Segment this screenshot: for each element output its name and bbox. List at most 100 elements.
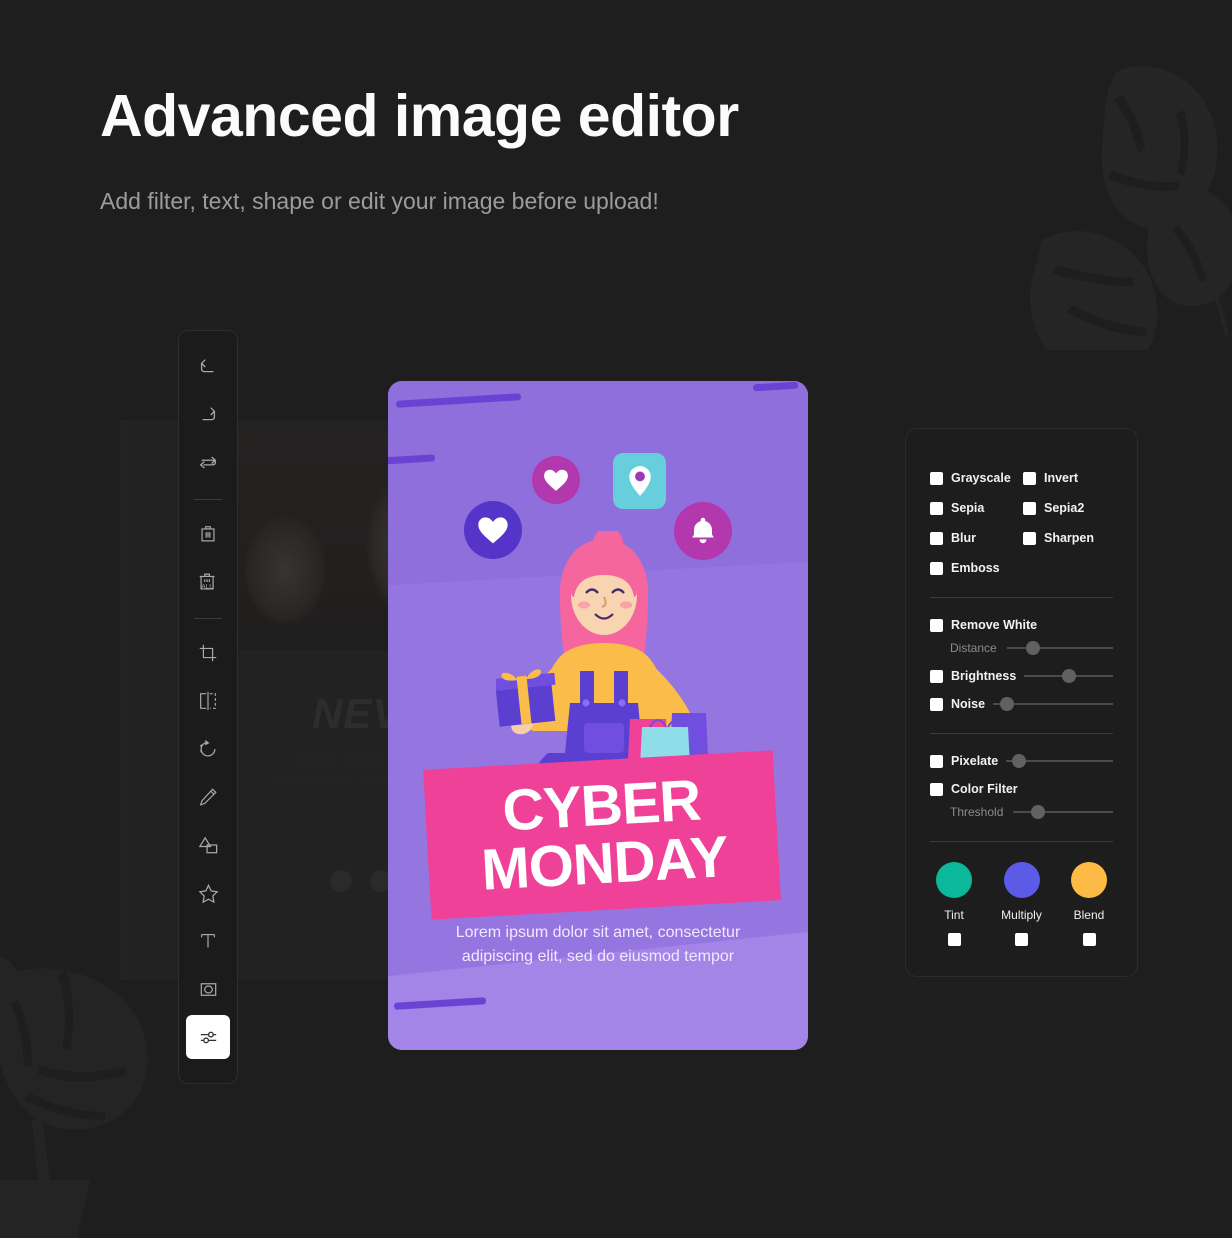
- label-remove-white: Remove White: [951, 618, 1038, 632]
- checkbox-grayscale[interactable]: [930, 471, 943, 485]
- color-dot-tint[interactable]: [936, 862, 972, 898]
- swatch-multiply: Multiply: [1001, 862, 1042, 946]
- label-sepia: Sepia: [951, 501, 985, 515]
- canvas-body-text: Lorem ipsum dolor sit amet, consectetur …: [455, 924, 741, 966]
- checkbox-sharpen[interactable]: [1023, 531, 1036, 545]
- slider-thumb-noise[interactable]: [1000, 697, 1015, 711]
- color-dot-blend[interactable]: [1071, 862, 1107, 898]
- filter-grayscale[interactable]: Grayscale: [930, 471, 1023, 485]
- toolbar-item-delete[interactable]: [186, 512, 230, 556]
- checkbox-color-filter[interactable]: [930, 782, 943, 796]
- slider-distance[interactable]: Distance: [950, 641, 1113, 655]
- label-blend: Blend: [1073, 908, 1105, 922]
- toolbar-divider-2: [194, 618, 222, 619]
- slider-thumb-threshold[interactable]: [1031, 805, 1046, 819]
- slider-track-brightness[interactable]: [1024, 669, 1113, 683]
- filter-sharpen[interactable]: Sharpen: [1023, 531, 1113, 545]
- label-tint: Tint: [944, 908, 964, 922]
- checkbox-multiply[interactable]: [1015, 933, 1028, 946]
- heart-bubble-pink: [532, 456, 580, 504]
- swatch-blend: Blend: [1071, 862, 1107, 946]
- toolbar-item-shape[interactable]: [186, 823, 230, 867]
- shape-icon: [198, 836, 217, 853]
- reset-icon: [199, 456, 217, 469]
- twitter-icon: [330, 870, 352, 892]
- toolbar-item-draw[interactable]: [186, 775, 230, 819]
- slider-thumb-pixelate[interactable]: [1012, 754, 1027, 768]
- toolbar-item-rotate[interactable]: [186, 727, 230, 771]
- headline-text: CYBER MONDAY: [430, 768, 776, 903]
- slider-track-distance[interactable]: [1006, 641, 1113, 655]
- slider-track-pixelate[interactable]: [1006, 754, 1113, 768]
- filter-brightness[interactable]: Brightness: [930, 669, 1113, 683]
- filter-remove-white[interactable]: Remove White: [930, 618, 1113, 632]
- toolbar-item-filter[interactable]: [186, 1015, 230, 1059]
- filter-blur[interactable]: Blur: [930, 531, 1023, 545]
- page-subtitle: Add filter, text, shape or edit your ima…: [100, 187, 659, 214]
- filter-noise[interactable]: Noise: [930, 697, 1113, 711]
- label-invert: Invert: [1044, 471, 1079, 485]
- label-noise: Noise: [951, 697, 986, 711]
- checkbox-blur[interactable]: [930, 531, 943, 545]
- label-color-filter: Color Filter: [951, 782, 1018, 796]
- page-title: Advanced image editor: [100, 83, 739, 149]
- heart-icon: [544, 469, 568, 491]
- slider-thumb-brightness[interactable]: [1061, 669, 1076, 683]
- toolbar-item-text[interactable]: [186, 919, 230, 963]
- trash-all-icon: ALL: [199, 573, 215, 590]
- undo-icon: [200, 359, 214, 373]
- crop-icon: [199, 644, 217, 662]
- checkbox-sepia2[interactable]: [1023, 501, 1036, 515]
- checkbox-brightness[interactable]: [930, 669, 943, 683]
- map-pin-icon: [628, 466, 651, 496]
- label-brightness: Brightness: [951, 669, 1017, 683]
- potted-plant-icon: [0, 956, 148, 1238]
- app-root: Advanced image editor Add filter, text, …: [0, 0, 1232, 1238]
- filter-emboss[interactable]: Emboss: [930, 561, 1023, 575]
- filter-sepia[interactable]: Sepia: [930, 501, 1023, 515]
- panel-divider-3: [930, 841, 1113, 842]
- filter-sepia2[interactable]: Sepia2: [1023, 501, 1113, 515]
- label-pixelate: Pixelate: [951, 754, 999, 768]
- toolbar-divider-1: [194, 499, 222, 500]
- page-header: Advanced image editor Add filter, text, …: [100, 83, 820, 223]
- checkbox-sepia[interactable]: [930, 501, 943, 515]
- filter-color-filter[interactable]: Color Filter: [930, 782, 1113, 796]
- toolbar-item-reset[interactable]: [186, 441, 230, 485]
- trash-icon: [201, 526, 215, 542]
- checkbox-remove-white[interactable]: [930, 618, 943, 632]
- color-dot-multiply[interactable]: [1003, 862, 1040, 898]
- mask-icon: [200, 982, 216, 996]
- label-distance: Distance: [950, 641, 997, 655]
- toolbar-item-flip[interactable]: [186, 679, 230, 723]
- toolbar-item-undo[interactable]: [186, 345, 230, 389]
- filter-pixelate[interactable]: Pixelate: [930, 754, 1113, 768]
- checkbox-invert[interactable]: [1023, 471, 1036, 485]
- filter-invert[interactable]: Invert: [1023, 471, 1113, 485]
- toolbar-item-delete-all[interactable]: ALL: [186, 560, 230, 604]
- toolbar-item-mask[interactable]: [186, 967, 230, 1011]
- checkbox-tint[interactable]: [947, 933, 961, 946]
- slider-thumb-distance[interactable]: [1026, 641, 1041, 655]
- slider-track-threshold[interactable]: [1013, 805, 1113, 819]
- toolbar-item-redo[interactable]: [186, 393, 230, 437]
- pencil-icon: [199, 788, 217, 806]
- slider-threshold[interactable]: Threshold: [950, 805, 1113, 819]
- checkbox-blend[interactable]: [1082, 933, 1096, 946]
- monstera-leaf-top-right-icon: [1030, 66, 1232, 350]
- checkbox-pixelate[interactable]: [930, 754, 943, 768]
- filter-checkbox-grid: Grayscale Invert Sepia Sepia2 Blur Sharp…: [930, 471, 1113, 575]
- rotate-icon: [199, 739, 216, 757]
- checkbox-emboss[interactable]: [930, 561, 943, 575]
- location-pin-bubble: [613, 453, 666, 509]
- toolbar-item-icon[interactable]: [186, 871, 230, 915]
- slider-track-noise[interactable]: [993, 697, 1113, 711]
- image-canvas[interactable]: CYBER MONDAY Lorem ipsum dolor sit amet,…: [388, 381, 808, 1050]
- text-icon: [200, 933, 216, 948]
- flip-icon: [200, 691, 216, 711]
- checkbox-noise[interactable]: [930, 697, 943, 711]
- blend-mode-swatches: Tint Multiply Blend: [930, 862, 1113, 946]
- label-threshold: Threshold: [950, 805, 1004, 819]
- panel-divider-2: [930, 733, 1113, 734]
- toolbar-item-crop[interactable]: [186, 631, 230, 675]
